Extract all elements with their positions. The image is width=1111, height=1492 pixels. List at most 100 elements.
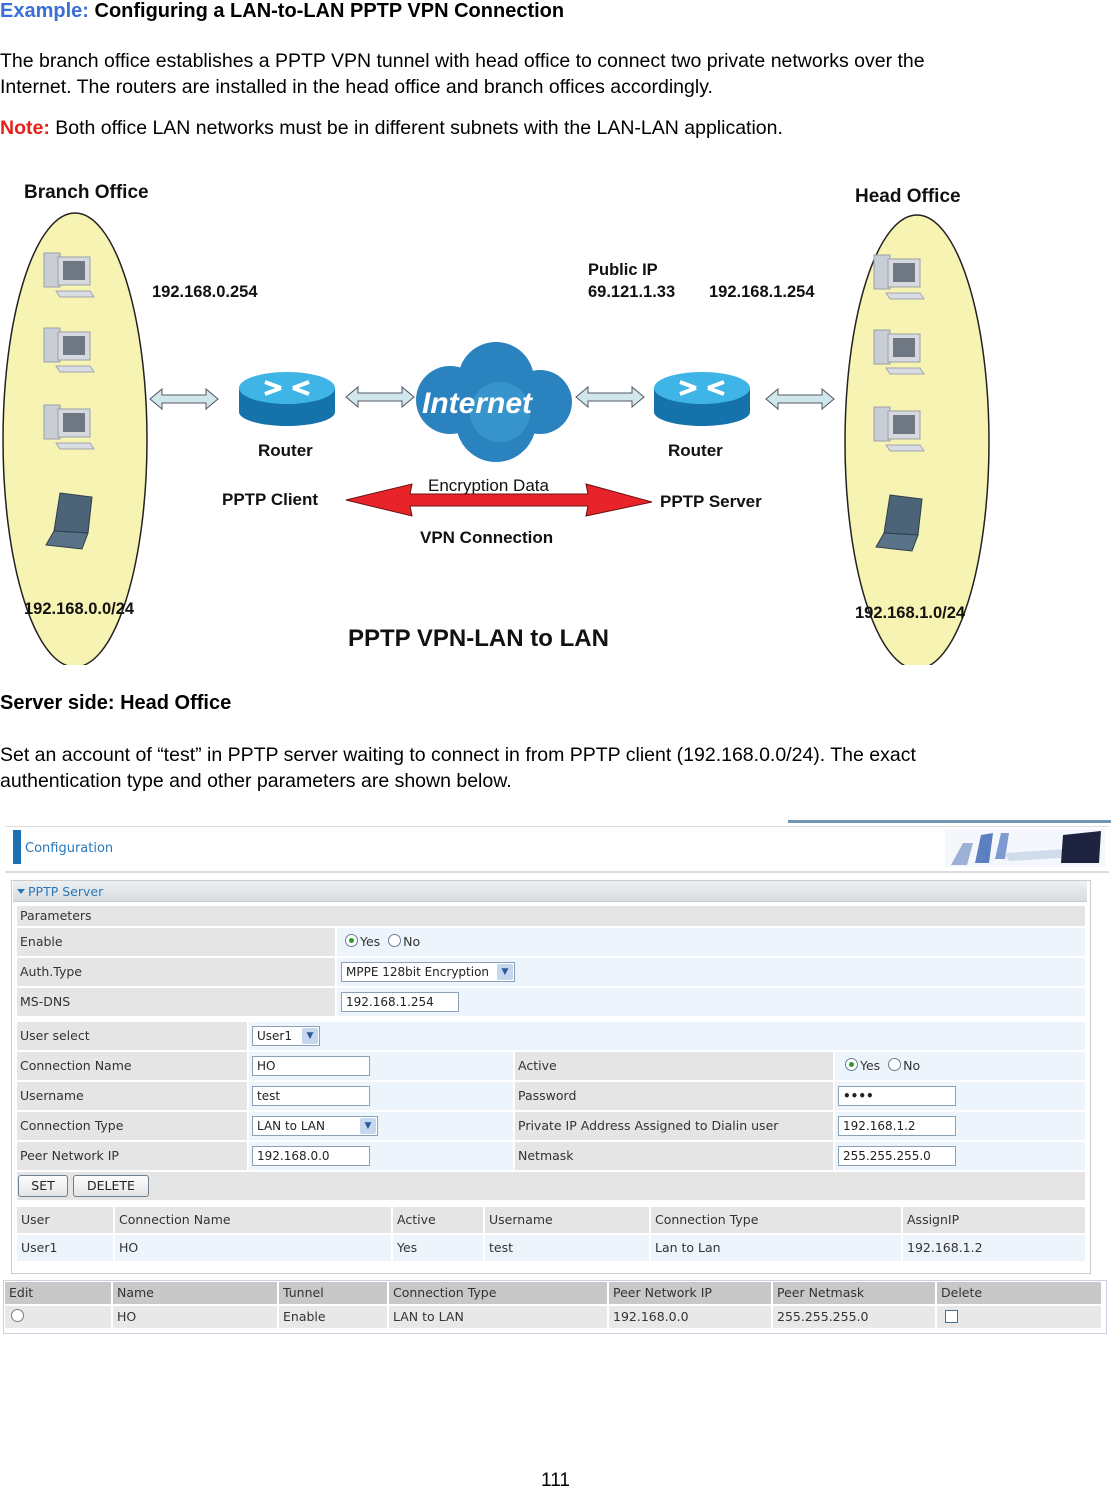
branch-gateway-ip: 192.168.0.254: [152, 283, 258, 301]
cell-peer-network-ip: 192.168.0.0: [609, 1306, 771, 1328]
server-side-line-2: authentication type and other parameters…: [0, 770, 512, 792]
cell-connection-type: LAN to LAN: [389, 1306, 607, 1328]
enable-row: Enable Yes No: [17, 928, 1085, 956]
cell-connection-type: Lan to Lan: [651, 1235, 901, 1261]
active-yes-label: Yes: [860, 1058, 881, 1073]
table-row[interactable]: User1 HO Yes test Lan to Lan 192.168.1.2: [17, 1235, 1085, 1261]
page-number: 111: [541, 1470, 570, 1491]
chevron-down-icon: ▼: [497, 964, 513, 980]
ms-dns-input[interactable]: 192.168.1.254: [341, 992, 459, 1012]
connection-name-input[interactable]: HO: [252, 1056, 370, 1076]
cell-active: Yes: [393, 1235, 483, 1261]
password-input[interactable]: ••••: [838, 1086, 956, 1106]
user-select-label: User select: [17, 1022, 247, 1050]
col-user: User: [17, 1207, 113, 1233]
connection-type-row: Connection Type LAN to LAN ▼ Private IP A…: [17, 1112, 1085, 1140]
vpn-diagram-svg: Branch Office Head Office 192.168.0.254 …: [2, 182, 990, 670]
private-ip-label: Private IP Address Assigned to Dialin us…: [515, 1112, 833, 1140]
col-username: Username: [485, 1207, 649, 1233]
connection-name-label: Connection Name: [17, 1052, 247, 1080]
peer-network-row: Peer Network IP 192.168.0.0 Netmask 255.…: [17, 1142, 1085, 1170]
collapse-triangle-icon: [17, 889, 25, 894]
col-peer-netmask: Peer Netmask: [773, 1282, 935, 1304]
user-select-dropdown[interactable]: User1 ▼: [252, 1026, 320, 1046]
branch-subnet-label: 192.168.0.0/24: [24, 600, 135, 618]
user-table-header: User Connection Name Active Username Con…: [17, 1207, 1085, 1233]
auth-type-value: MPPE 128bit Encryption: [346, 965, 490, 979]
private-ip-input[interactable]: 192.168.1.2: [838, 1116, 956, 1136]
col-peer-network-ip: Peer Network IP: [609, 1282, 771, 1304]
enable-no-radio[interactable]: [388, 934, 402, 947]
diagram-caption: PPTP VPN-LAN to LAN: [348, 625, 609, 652]
cell-assign-ip: 192.168.1.2: [903, 1235, 1085, 1261]
link-arrow-icon: [575, 386, 645, 408]
set-button[interactable]: SET: [18, 1175, 68, 1197]
branch-office-title: Branch Office: [24, 182, 149, 203]
server-side-heading: Server side: Head Office: [0, 692, 232, 714]
public-ip-label: Public IP: [588, 261, 658, 279]
configuration-title: Configuration: [25, 841, 114, 856]
server-side-paragraph: Set an account of “test” in PPTP server …: [0, 742, 916, 794]
cell-user: User1: [17, 1235, 113, 1261]
cell-connection-name: HO: [115, 1235, 391, 1261]
pptp-server-title: PPTP Server: [28, 884, 104, 899]
cell-username: test: [485, 1235, 649, 1261]
connection-name-row: Connection Name HO Active Yes No: [17, 1052, 1085, 1080]
ms-dns-row: MS-DNS 192.168.1.254: [17, 988, 1085, 1016]
router-left-label: Router: [258, 441, 313, 460]
netmask-label: Netmask: [515, 1142, 833, 1170]
note-label: Note:: [0, 117, 50, 139]
col-active: Active: [393, 1207, 483, 1233]
edit-radio[interactable]: [11, 1309, 24, 1322]
chevron-down-icon: ▼: [302, 1028, 318, 1044]
link-arrow-icon: [345, 386, 415, 408]
ms-dns-label: MS-DNS: [17, 988, 335, 1016]
office-banner-icon: [945, 829, 1105, 867]
delete-button[interactable]: DELETE: [73, 1175, 149, 1197]
enable-no-label: No: [403, 934, 421, 949]
parameters-label: Parameters: [17, 906, 1085, 926]
table-row: HO Enable LAN to LAN 192.168.0.0 255.255…: [5, 1306, 1105, 1328]
vpn-diagram: Branch Office Head Office 192.168.0.254 …: [0, 150, 995, 670]
action-row: SET DELETE: [17, 1172, 1085, 1200]
peer-network-ip-label: Peer Network IP: [17, 1142, 247, 1170]
col-connection-name: Connection Name: [115, 1207, 391, 1233]
configuration-header: Configuration: [5, 826, 1109, 873]
auth-type-row: Auth.Type MPPE 128bit Encryption ▼: [17, 958, 1085, 986]
server-side-line-1: Set an account of “test” in PPTP server …: [0, 744, 916, 766]
password-label: Password: [515, 1082, 833, 1110]
username-label: Username: [17, 1082, 247, 1110]
netmask-input[interactable]: 255.255.255.0: [838, 1146, 956, 1166]
example-heading: Example: Configuring a LAN-to-LAN PPTP V…: [0, 0, 564, 24]
intro-line-2: Internet. The routers are installed in t…: [0, 76, 713, 98]
cell-peer-netmask: 255.255.255.0: [773, 1306, 935, 1328]
router-left-icon: [237, 370, 337, 428]
connection-type-select[interactable]: LAN to LAN ▼: [252, 1116, 378, 1136]
active-no-radio[interactable]: [888, 1058, 902, 1071]
pptp-server-header[interactable]: PPTP Server: [13, 881, 1087, 902]
auth-type-label: Auth.Type: [17, 958, 335, 986]
active-no-label: No: [903, 1058, 921, 1073]
col-connection-type: Connection Type: [389, 1282, 607, 1304]
active-yes-radio[interactable]: [845, 1058, 858, 1071]
lan-table-header: Edit Name Tunnel Connection Type Peer Ne…: [5, 1282, 1105, 1304]
header-accent: [13, 830, 21, 864]
note-text: Both office LAN networks must be in diff…: [49, 117, 783, 139]
cell-name: HO: [113, 1306, 277, 1328]
delete-checkbox[interactable]: [945, 1310, 958, 1323]
head-gateway-ip: 192.168.1.254: [709, 283, 815, 301]
example-label: Example:: [0, 0, 89, 22]
note-paragraph: Note: Both office LAN networks must be i…: [0, 115, 783, 141]
peer-network-ip-input[interactable]: 192.168.0.0: [252, 1146, 370, 1166]
username-input[interactable]: test: [252, 1086, 370, 1106]
col-tunnel: Tunnel: [279, 1282, 387, 1304]
col-edit: Edit: [5, 1282, 111, 1304]
user-select-value: User1: [257, 1029, 292, 1043]
auth-type-select[interactable]: MPPE 128bit Encryption ▼: [341, 962, 515, 982]
enable-yes-radio[interactable]: [345, 934, 358, 947]
intro-paragraph: The branch office establishes a PPTP VPN…: [0, 48, 925, 100]
encryption-data-label: Encryption Data: [428, 476, 549, 495]
username-row: Username test Password ••••: [17, 1082, 1085, 1110]
router-config-screenshot: Configuration PPTP Server Parameters Ena…: [3, 818, 1111, 1338]
enable-yes-label: Yes: [360, 934, 381, 949]
